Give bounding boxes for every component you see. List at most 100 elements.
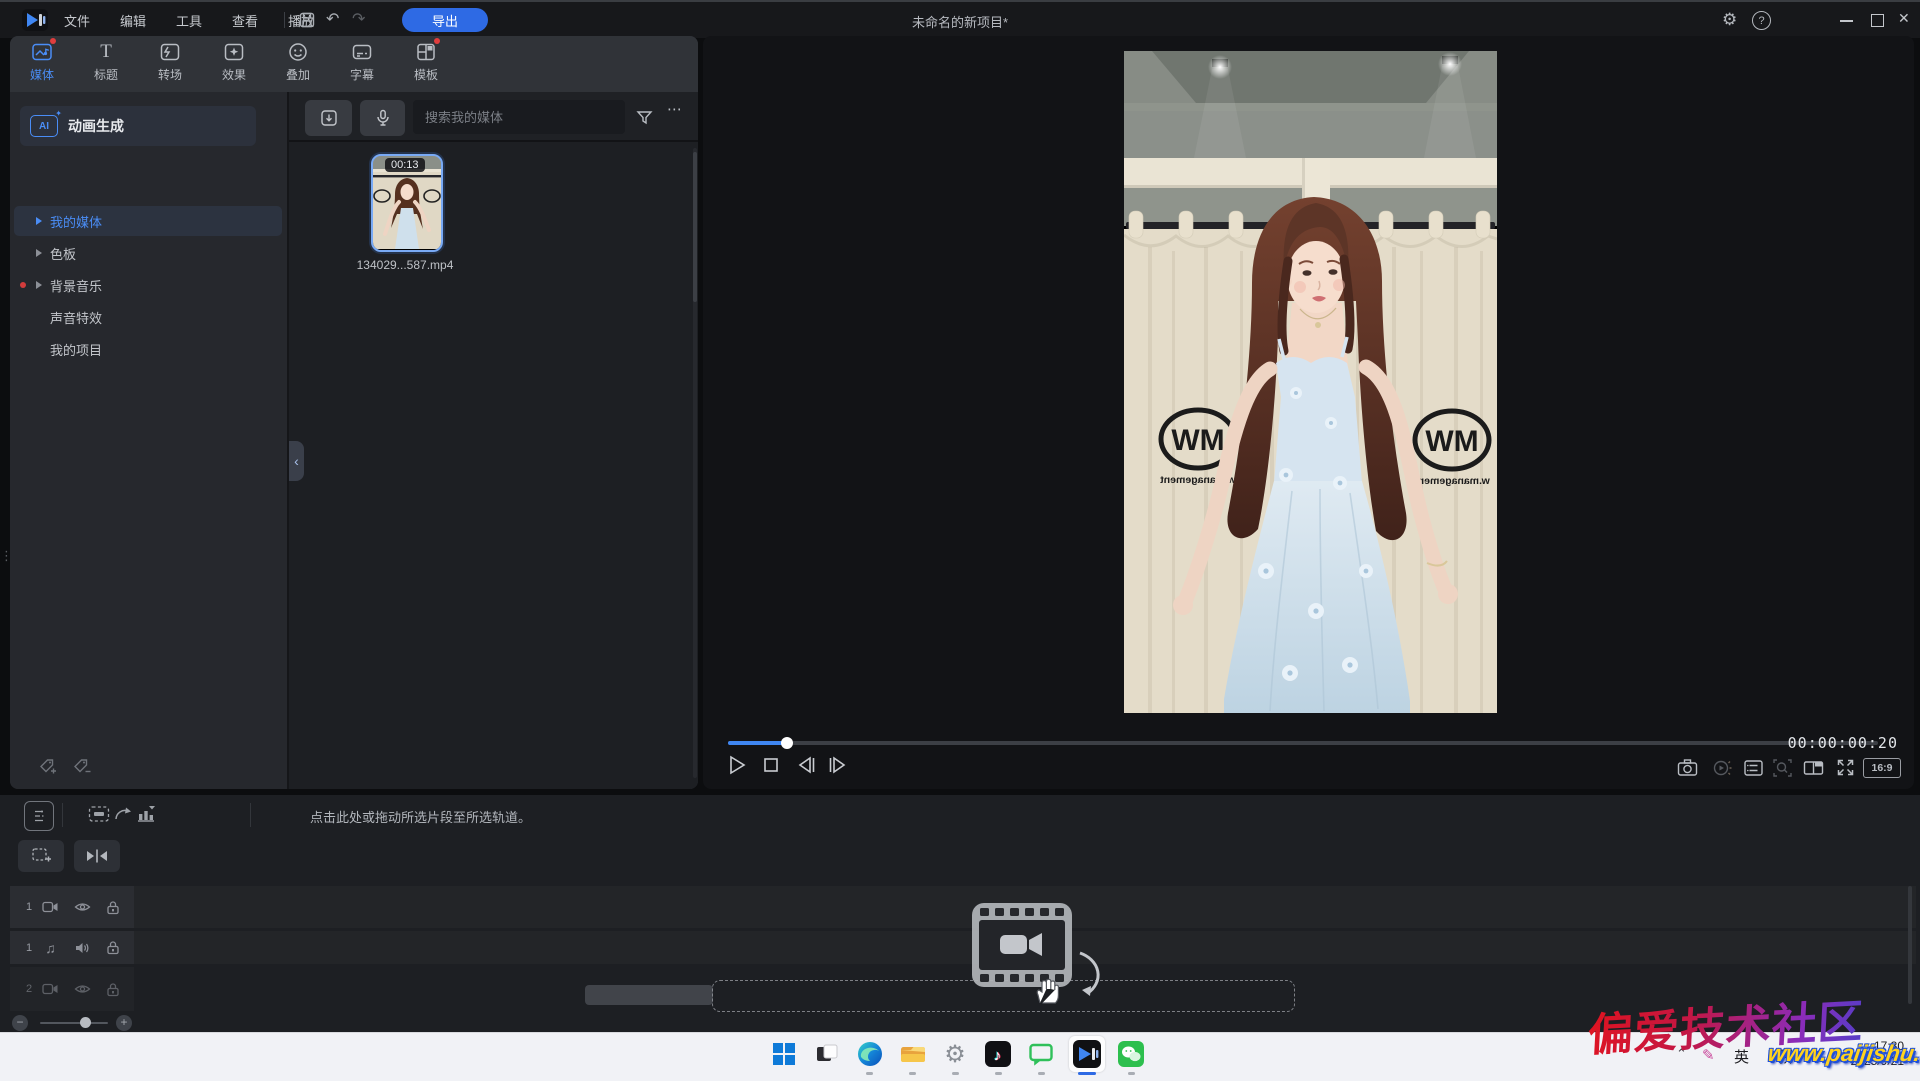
edge-browser-icon[interactable] <box>856 1040 884 1068</box>
start-button[interactable] <box>770 1040 798 1068</box>
sidebar-item-label: 我的媒体 <box>50 212 102 231</box>
storyboard-view-icon[interactable] <box>24 801 54 831</box>
fullscreen-icon[interactable] <box>1834 756 1858 780</box>
running-indicator <box>1128 1072 1135 1075</box>
search-input[interactable] <box>413 109 607 126</box>
menu-divider <box>284 12 285 28</box>
tab-titles[interactable]: T 标题 <box>77 40 135 90</box>
timeline-zoom-out-button[interactable]: − <box>12 1015 28 1031</box>
menu-item[interactable]: 编辑 <box>116 11 150 30</box>
seekbar-fill <box>728 741 787 745</box>
collapse-panel-button[interactable]: ‹ <box>289 441 304 481</box>
timeline-zoom-in-button[interactable]: + <box>116 1015 132 1031</box>
import-icon <box>319 108 339 128</box>
menu-item[interactable]: 文件 <box>60 11 94 30</box>
tab-label: 叠加 <box>286 66 310 83</box>
add-tag-icon[interactable] <box>38 757 58 775</box>
play-button[interactable] <box>725 753 751 779</box>
timeline-ruler[interactable]: 0:0000:12:0000:24:0000:36:0000:48:0001:0… <box>0 840 1920 885</box>
maximize-button[interactable] <box>1871 14 1884 27</box>
more-options-icon[interactable]: ⋯ <box>667 100 683 118</box>
track-header-video-1[interactable]: 1 <box>10 886 134 928</box>
remove-tag-icon[interactable] <box>72 757 92 775</box>
import-button[interactable] <box>305 100 352 136</box>
effects-icon <box>222 40 246 64</box>
track-mute-speaker-icon[interactable] <box>74 941 91 955</box>
export-button[interactable]: 导出 <box>402 8 488 32</box>
split-screen-icon[interactable] <box>1802 756 1826 780</box>
track-number: 1 <box>26 901 36 913</box>
media-scrollbar-thumb[interactable] <box>693 152 697 302</box>
undo-icon[interactable]: ↶ <box>326 9 339 29</box>
stop-button[interactable] <box>759 753 785 779</box>
timeline-zoom-knob[interactable] <box>80 1017 91 1028</box>
snapshot-camera-icon[interactable] <box>1676 756 1700 780</box>
track-lock-icon[interactable] <box>106 900 120 915</box>
zoom-preview-icon[interactable] <box>1771 756 1795 780</box>
tab-effects[interactable]: 效果 <box>205 40 263 90</box>
track-lock-icon[interactable] <box>106 982 120 997</box>
video-viewport[interactable]: WM w.management WM w.management <box>1124 51 1497 713</box>
settings-gear-icon[interactable]: ⚙ <box>1722 10 1737 30</box>
preview-seekbar[interactable] <box>728 741 1878 745</box>
seekbar-knob[interactable] <box>781 737 793 749</box>
drag-curve-arrow-icon <box>113 804 133 824</box>
tab-transitions[interactable]: 转场 <box>141 40 199 90</box>
tab-overlays[interactable]: 叠加 <box>269 40 327 90</box>
sidebar-item-sound-fx[interactable]: 声音特效 <box>14 302 282 332</box>
running-indicator <box>1038 1072 1045 1075</box>
filter-icon[interactable] <box>633 106 655 128</box>
timeline-zoom-slider[interactable] <box>40 1022 108 1024</box>
preview-render-icon[interactable] <box>1710 756 1734 780</box>
messages-app-icon[interactable] <box>1027 1040 1055 1068</box>
sidebar-item-my-projects[interactable]: 我的项目 <box>14 334 282 364</box>
track-header-audio-1[interactable]: 1 ♫ <box>10 931 134 964</box>
tab-label: 标题 <box>94 66 118 83</box>
timeline-hint-text[interactable]: 点击此处或拖动所选片段至所选轨道。 <box>310 807 531 826</box>
track-number: 2 <box>26 983 36 995</box>
record-voiceover-button[interactable] <box>360 100 405 136</box>
wechat-app-icon[interactable] <box>1117 1040 1145 1068</box>
file-explorer-icon[interactable] <box>899 1040 927 1068</box>
track-visibility-eye-icon[interactable] <box>74 900 91 914</box>
preview-timecode: 00:00:00:20 <box>1788 734 1898 752</box>
tab-subtitles[interactable]: 字幕 <box>333 40 391 90</box>
track-visibility-eye-icon[interactable] <box>74 982 91 996</box>
minimize-button[interactable] <box>1840 20 1853 22</box>
toolbar-divider <box>62 803 63 827</box>
next-frame-button[interactable] <box>825 753 851 779</box>
video-editor-app-icon[interactable] <box>1073 1040 1101 1068</box>
ai-generate-button[interactable]: AI 动画生成 <box>20 106 256 146</box>
media-icon <box>30 40 54 64</box>
tab-label: 效果 <box>222 66 246 83</box>
close-button[interactable]: ✕ <box>1898 10 1910 27</box>
track-header-video-2[interactable]: 2 <box>10 967 134 1011</box>
sidebar-item-label: 背景音乐 <box>50 276 102 295</box>
marker-list-icon[interactable] <box>1742 756 1766 780</box>
menu-item[interactable]: 工具 <box>172 11 206 30</box>
edge-handle-icon[interactable]: ⋮ <box>0 548 13 564</box>
running-indicator <box>995 1072 1002 1075</box>
tab-templates[interactable]: 模板 <box>397 40 455 90</box>
sidebar-item-color-board[interactable]: 色板 <box>14 238 282 268</box>
sidebar-item-bgm[interactable]: 背景音乐 <box>14 270 282 300</box>
help-icon[interactable]: ? <box>1752 11 1771 30</box>
save-icon[interactable] <box>298 11 316 29</box>
tiktok-app-icon[interactable]: ♪♪♪ <box>984 1040 1012 1068</box>
expand-arrow-icon <box>36 249 42 257</box>
settings-app-icon[interactable]: ⚙ <box>941 1040 969 1068</box>
menu-row: 文件编辑工具查看播放 <box>60 11 318 30</box>
track-target-icon <box>135 804 157 824</box>
template-grid-icon <box>414 40 438 64</box>
tab-label: 模板 <box>414 66 438 83</box>
clip-dashed-icon <box>88 805 110 823</box>
sidebar-item-my-media[interactable]: 我的媒体 <box>14 206 282 236</box>
track-lock-icon[interactable] <box>106 940 120 955</box>
tab-media[interactable]: 媒体 <box>13 40 71 90</box>
menu-item[interactable]: 查看 <box>228 11 262 30</box>
video-track-icon <box>42 982 59 996</box>
previous-frame-button[interactable] <box>793 753 819 779</box>
task-view-button[interactable] <box>813 1040 841 1068</box>
redo-icon[interactable]: ↷ <box>352 9 365 29</box>
aspect-ratio-button[interactable]: 16:9 <box>1863 758 1901 778</box>
